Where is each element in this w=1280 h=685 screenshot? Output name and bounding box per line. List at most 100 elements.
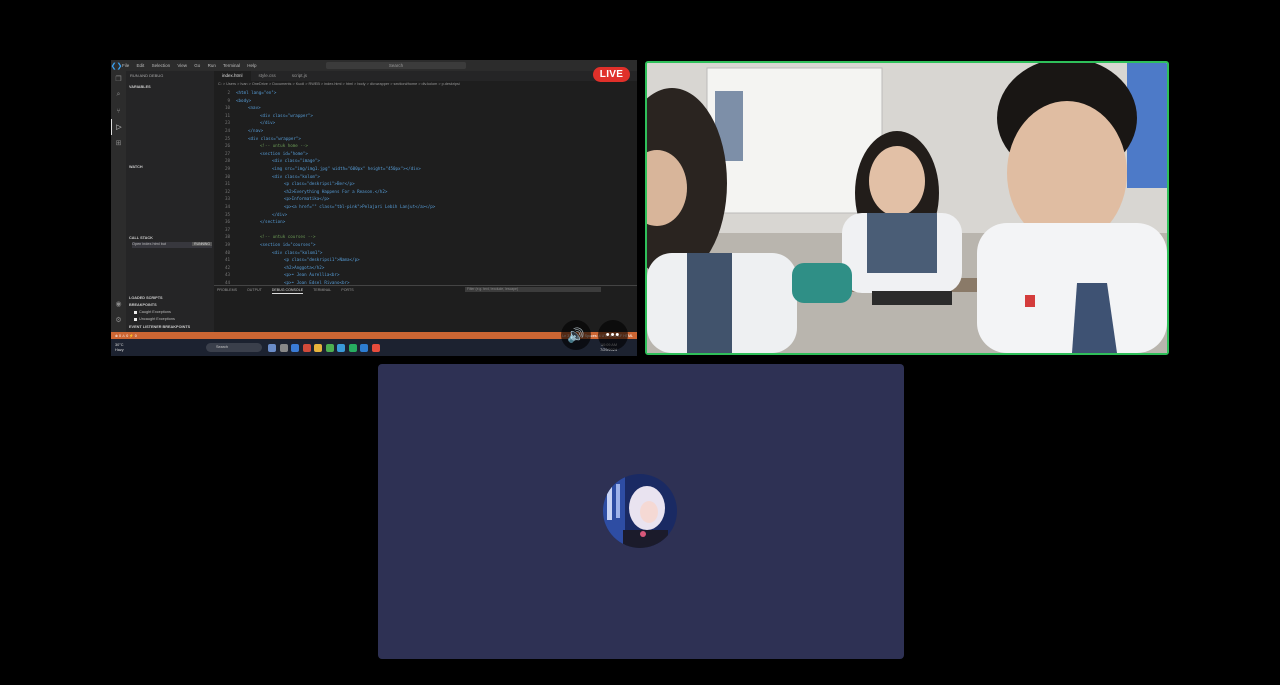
code-line: <nav> [248,105,261,111]
code-line: <div class="wrapper"> [248,135,301,141]
menu-edit[interactable]: Edit [137,63,145,68]
code-line: </div> [260,120,276,126]
edge-icon[interactable] [291,343,299,352]
editor-tabs: index.html style.css script.js [214,71,637,81]
line-number: 25 [224,135,230,141]
camera-video-tile[interactable] [645,61,1169,355]
code-line: <p class="deskripsi1">Nama</p> [284,257,360,263]
vscode-menu: File Edit Selection View Go Run Terminal… [122,63,263,68]
code-line: <p class="deskripsi">Ber</p> [284,181,355,187]
code-line: <img src="img/img1.jpg" width="600px" he… [272,166,421,171]
account-icon[interactable]: ◉ [111,296,126,312]
event-listener-section[interactable]: EVENT LISTENER BREAKPOINTS [126,325,214,329]
tab-script-js[interactable]: script.js [284,71,315,81]
code-line: <h2>Anggota</h2> [284,264,325,270]
code-line: </nav> [248,128,264,133]
line-number: 11 [224,112,230,118]
task-view-icon[interactable] [279,343,288,352]
tab-problems[interactable]: PROBLEMS [217,286,237,294]
search-icon[interactable]: ⌕ [111,87,126,103]
settings-gear-icon[interactable]: ⚙ [111,312,126,328]
vscode-logo-icon: ❮❯ [111,62,123,70]
line-number: 43 [224,272,230,278]
line-number: 40 [224,249,230,255]
tab-index-html[interactable]: index.html [214,71,251,81]
tab-debug-console[interactable]: DEBUG CONSOLE [271,286,304,294]
extensions-icon[interactable]: ⊞ [111,135,126,151]
breakpoints-section[interactable]: BREAKPOINTS [126,303,214,307]
line-number: 29 [224,166,230,171]
weather-desc: Hazy [115,347,124,352]
code-line: <p><a href="" class="tbl-pink">Pelajari … [284,204,436,209]
line-number: 32 [224,188,230,194]
more-options-icon[interactable]: ••• [598,320,628,350]
store-icon[interactable] [302,343,311,352]
speaker-icon[interactable]: 🔊 [561,320,591,350]
menu-help[interactable]: Help [247,63,256,68]
code-line: <div class="kolom1"> [272,249,323,255]
line-number: 10 [224,105,230,111]
mail-icon[interactable] [337,343,345,352]
breakpoint-uncaught[interactable]: Uncaught Exceptions [134,317,175,321]
menu-terminal[interactable]: Terminal [223,63,240,68]
code-editor[interactable]: 2 <html lang="en"> 9 <body> 10 <nav> 11 <div cl… [214,89,637,285]
code-line: <section id="home"> [260,150,308,156]
line-number: 41 [224,257,230,263]
taskbar-search[interactable]: Search [206,343,262,352]
vscode-title-bar: ❮❯ File Edit Selection View Go Run Termi… [111,60,637,71]
call-stack-section[interactable]: CALL STACK [126,236,214,240]
line-number: 36 [224,219,230,225]
line-number: 31 [224,181,230,187]
breakpoint-caught[interactable]: Caught Exceptions [134,310,171,314]
debug-filter-input[interactable]: Filter (e.g. text, !exclude, \escape) [465,287,601,292]
file-explorer-icon[interactable] [314,343,322,352]
weather-widget[interactable]: 30°C Hazy [111,343,151,352]
code-line: <div class="wrapper"> [260,112,313,118]
menu-run[interactable]: Run [208,63,216,68]
source-control-icon[interactable]: ⑂ [111,103,126,119]
avatar-image [603,474,677,548]
widgets-icon[interactable] [268,343,276,352]
screen-share-tile[interactable]: ❮❯ File Edit Selection View Go Run Termi… [111,60,637,356]
line-number: 27 [224,150,230,156]
code-line: </section> [260,219,286,225]
checkbox-icon[interactable] [134,310,137,314]
breadcrumb[interactable]: C: > Users > Ivan > OneDrive > Documents… [214,81,637,88]
vscode-taskbar-icon[interactable] [360,343,368,352]
code-line: <h2>Everything Happens For a Reason.</h2… [284,188,388,194]
tab-style-css[interactable]: style.css [251,71,284,81]
app-icon[interactable] [325,343,334,352]
loaded-scripts-section[interactable]: LOADED SCRIPTS [126,296,214,300]
line-number: 33 [224,196,230,202]
command-search-box[interactable]: Search [326,62,466,69]
chrome-icon[interactable] [371,343,380,352]
line-number: 28 [224,158,230,164]
call-stack-item-label: Open index.html but [132,242,166,246]
spotify-icon[interactable] [348,343,357,352]
menu-go[interactable]: Go [194,63,200,68]
watch-section[interactable]: WATCH [126,165,214,169]
status-problems[interactable]: ⊗ 0 ⚠ 0 ⚡ 0 [115,334,137,338]
variables-section[interactable]: VARIABLES [126,85,214,89]
activity-bar: ❐ ⌕ ⑂ ▷ ⊞ ◉ ⚙ [111,71,126,332]
windows-taskbar: 30°C Hazy Search 10:09 AM 7/29/2024 [111,339,637,356]
menu-file[interactable]: File [122,63,129,68]
call-stack-item[interactable]: Open index.html but RUNNING [132,242,212,248]
breakpoint-caught-label: Caught Exceptions [139,310,171,314]
code-line: <body> [236,97,252,103]
tab-ports[interactable]: PORTS [341,286,353,294]
code-line: <p>• Jean Aurellia<br> [284,272,340,278]
tab-terminal[interactable]: TERMINAL [313,286,331,294]
menu-selection[interactable]: Selection [152,63,171,68]
tab-output[interactable]: OUTPUT [247,286,262,294]
breakpoint-uncaught-label: Uncaught Exceptions [139,317,175,321]
line-number: 37 [224,226,230,232]
run-debug-sidebar: RUN AND DEBUG VARIABLES WATCH CALL STACK… [126,71,214,332]
checkbox-icon[interactable] [134,317,137,321]
code-line: <!-- untuk courses --> [260,234,316,240]
code-line: </div> [272,211,288,217]
menu-view[interactable]: View [177,63,187,68]
participant-avatar-tile[interactable] [378,364,904,659]
run-debug-icon[interactable]: ▷ [111,119,126,135]
explorer-icon[interactable]: ❐ [111,71,126,87]
